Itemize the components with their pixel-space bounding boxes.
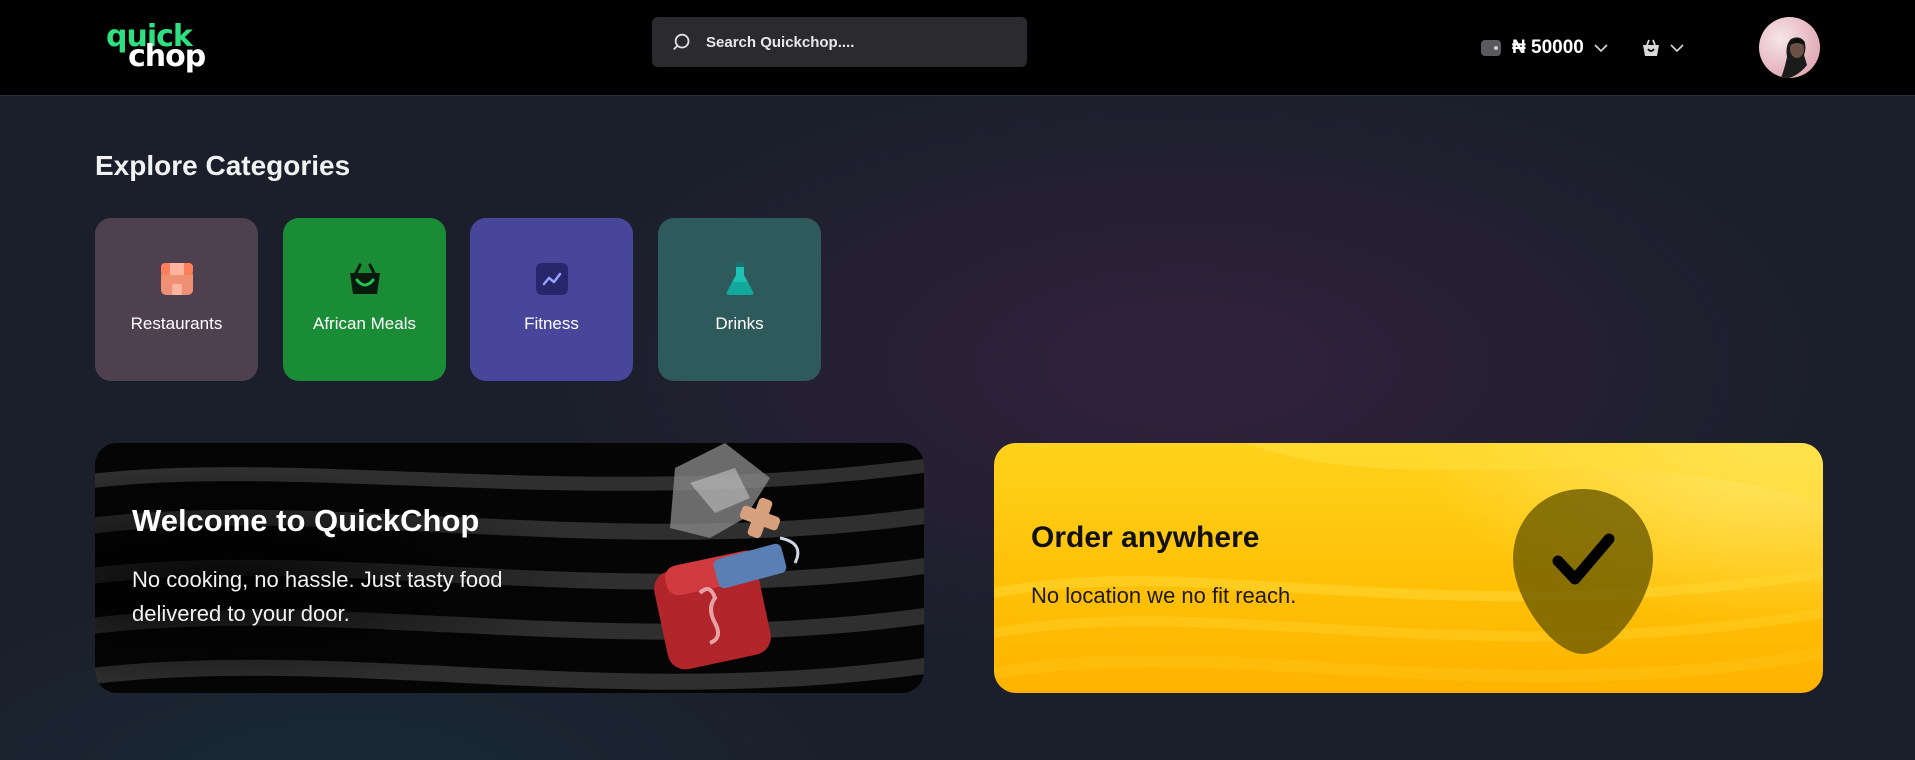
category-label: African Meals: [313, 314, 416, 333]
search-icon: [673, 33, 690, 50]
wallet-amount: ₦ 50000: [1512, 37, 1584, 58]
user-photo: [1781, 37, 1807, 78]
basket-icon: [350, 263, 380, 294]
category-label: Restaurants: [130, 314, 223, 333]
search-placeholder: Search Quickchop....: [706, 33, 855, 51]
order-anywhere-title: Order anywhere: [1031, 521, 1260, 554]
logo-text-chop: chop: [128, 39, 206, 74]
flask-icon: [726, 262, 754, 295]
quickchop-logo[interactable]: quick chop: [106, 22, 206, 72]
welcome-title: Welcome to QuickChop: [132, 503, 480, 538]
order-anywhere-banner[interactable]: Order anywhere No location we no fit rea…: [994, 443, 1823, 693]
welcome-banner[interactable]: Welcome to QuickChop No cooking, no hass…: [95, 443, 924, 693]
category-drinks[interactable]: Drinks: [658, 218, 821, 381]
search-bar[interactable]: Search Quickchop....: [652, 17, 1027, 67]
category-african-meals[interactable]: African Meals: [283, 218, 446, 381]
welcome-subtitle: No cooking, no hassle. Just tasty food d…: [132, 567, 503, 626]
activity-chart-icon: [536, 263, 568, 295]
user-avatar[interactable]: [1759, 17, 1820, 78]
category-fitness[interactable]: Fitness: [470, 218, 633, 381]
cart-dropdown[interactable]: [1640, 34, 1684, 62]
wallet-balance-dropdown[interactable]: ₦ 50000: [1480, 34, 1608, 62]
category-label: Fitness: [524, 314, 579, 333]
top-navbar: quick chop Search Quickchop.... ₦ 50000: [0, 0, 1915, 96]
explore-categories-heading: Explore Categories: [95, 150, 351, 181]
chevron-down-icon: [1670, 44, 1684, 53]
chevron-down-icon: [1594, 44, 1608, 53]
category-restaurants[interactable]: Restaurants: [95, 218, 258, 381]
medical-kit-illustration: [654, 443, 800, 670]
yellow-wave-decoration: [994, 443, 1823, 683]
location-check-icon: [1513, 489, 1653, 654]
wallet-icon: [1481, 40, 1501, 56]
category-label: Drinks: [715, 314, 764, 333]
order-anywhere-subtitle: No location we no fit reach.: [1031, 583, 1297, 608]
shopping-basket-icon: [1643, 39, 1659, 56]
store-icon: [161, 263, 193, 295]
